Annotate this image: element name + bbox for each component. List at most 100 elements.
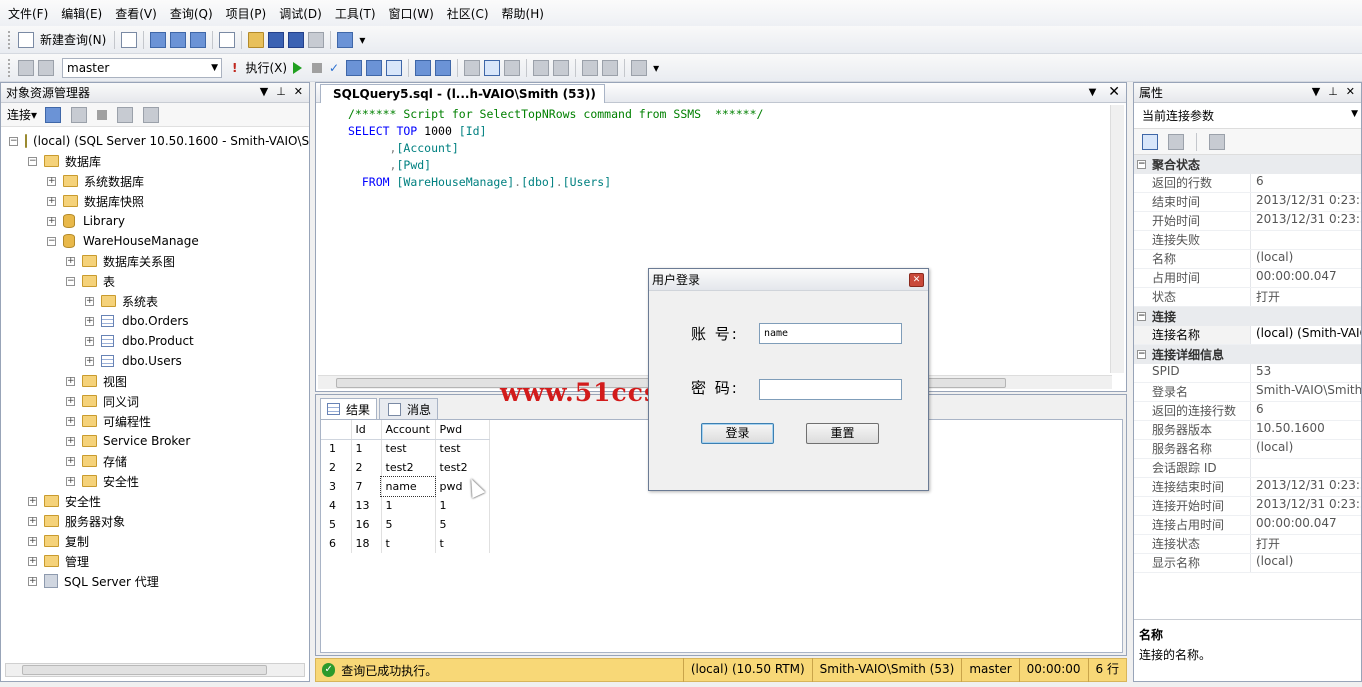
property-row[interactable]: 返回的连接行数 6 (1134, 402, 1361, 421)
table-cell[interactable]: name (380, 476, 436, 497)
row-number[interactable]: 3 (321, 477, 352, 496)
tree-node[interactable]: + dbo.Product (1, 331, 309, 351)
query-options-icon[interactable] (504, 59, 521, 76)
tree-node[interactable]: − (local) (SQL Server 10.50.1600 - Smith-… (1, 131, 309, 151)
scrollbar-thumb[interactable] (22, 665, 267, 675)
table-cell[interactable]: 5 (435, 515, 490, 534)
mdx-query-icon[interactable] (190, 31, 207, 48)
disconnect-object-icon[interactable] (71, 106, 88, 123)
table-row[interactable]: 5 16 5 5 (321, 515, 490, 534)
menu-item[interactable]: 帮助(H) (502, 5, 544, 22)
comment-icon[interactable] (533, 59, 550, 76)
table-cell[interactable]: test2 (435, 458, 490, 477)
row-header-corner[interactable] (321, 420, 352, 440)
stop-icon[interactable] (97, 109, 108, 120)
menu-item[interactable]: 社区(C) (447, 5, 489, 22)
execute-button[interactable]: 执行(X) (245, 59, 287, 76)
property-row[interactable]: 显示名称 (local) (1134, 554, 1361, 573)
pin-icon[interactable]: ⊥ (276, 85, 286, 98)
refresh-icon[interactable] (143, 106, 160, 123)
tree-node[interactable]: + 安全性 (1, 491, 309, 511)
parse-icon[interactable]: ✓ (326, 60, 342, 76)
property-row[interactable]: 连接开始时间 2013/12/31 0:23:56 (1134, 497, 1361, 516)
tree-node[interactable]: + Library (1, 211, 309, 231)
menu-item[interactable]: 项目(P) (226, 5, 267, 22)
property-row[interactable]: 名称 (local) (1134, 250, 1361, 269)
property-row[interactable]: 连接失败 (1134, 231, 1361, 250)
categorized-icon[interactable] (1142, 133, 1158, 150)
table-cell[interactable]: test2 (381, 458, 436, 477)
table-cell[interactable]: 18 (351, 534, 382, 553)
property-row[interactable]: 状态 打开 (1134, 288, 1361, 307)
collapse-icon[interactable]: − (1137, 160, 1146, 169)
row-number[interactable]: 2 (321, 458, 352, 477)
results-to-file-icon[interactable] (435, 59, 452, 76)
collapse-icon[interactable]: − (9, 136, 18, 146)
row-number[interactable]: 5 (321, 515, 352, 534)
tree-node[interactable]: + dbo.Users (1, 351, 309, 371)
activity-monitor-icon[interactable] (337, 31, 354, 48)
table-cell[interactable]: 13 (351, 496, 382, 515)
new-file-icon[interactable] (121, 31, 138, 48)
expand-icon[interactable]: + (66, 476, 75, 486)
collapse-icon[interactable]: − (28, 156, 37, 166)
tree-node[interactable]: + 存储 (1, 451, 309, 471)
query-designer-icon[interactable] (366, 59, 383, 76)
property-category[interactable]: − 聚合状态 (1134, 155, 1361, 174)
results-to-text-icon[interactable] (415, 59, 432, 76)
property-row[interactable]: SPID 53 (1134, 364, 1361, 383)
expand-icon[interactable]: + (85, 316, 94, 326)
editor-vertical-scrollbar[interactable] (1110, 105, 1124, 373)
analysis-query-icon[interactable] (170, 31, 187, 48)
sql-code-area[interactable]: /****** Script for SelectTopNRows comman… (316, 103, 1126, 191)
tree-node[interactable]: + SQL Server 代理 (1, 571, 309, 591)
debug-icon[interactable] (293, 61, 303, 74)
table-cell[interactable]: 7 (351, 477, 382, 496)
panel-menu-icon[interactable]: ▼ (260, 85, 268, 98)
results-to-grid-icon[interactable] (386, 59, 403, 76)
property-row[interactable]: 开始时间 2013/12/31 0:23:56 (1134, 212, 1361, 231)
expand-icon[interactable]: + (85, 356, 94, 366)
new-project-icon[interactable] (219, 31, 236, 48)
pin-icon[interactable]: ⊥ (1328, 85, 1338, 98)
toolbar-overflow-icon[interactable]: ▾ (359, 33, 365, 47)
table-cell[interactable]: t (435, 534, 490, 553)
close-icon[interactable]: ✕ (1346, 85, 1355, 98)
cancel-query-icon[interactable] (312, 62, 323, 73)
property-row[interactable]: 登录名 Smith-VAIO\Smith (1134, 383, 1361, 402)
menu-item[interactable]: 工具(T) (335, 5, 376, 22)
tree-node[interactable]: − 数据库 (1, 151, 309, 171)
save-all-icon[interactable] (288, 31, 305, 48)
property-row[interactable]: 服务器版本 10.50.1600 (1134, 421, 1361, 440)
table-cell[interactable]: 1 (381, 496, 436, 515)
include-plan-icon[interactable] (464, 59, 481, 76)
collapse-icon[interactable]: − (1137, 350, 1146, 359)
menu-item[interactable]: 文件(F) (8, 5, 48, 22)
column-header[interactable]: Id (351, 420, 382, 440)
uncomment-icon[interactable] (553, 59, 570, 76)
property-row[interactable]: 连接结束时间 2013/12/31 0:23:56 (1134, 478, 1361, 497)
expand-icon[interactable]: + (28, 576, 37, 586)
table-row[interactable]: 4 13 1 1 (321, 496, 490, 515)
table-row[interactable]: 3 7 name pwd (321, 476, 490, 497)
connect-object-icon[interactable] (45, 106, 62, 123)
tree-node[interactable]: + Service Broker (1, 431, 309, 451)
database-engine-query-icon[interactable] (150, 31, 167, 48)
connect-icon[interactable] (18, 59, 34, 76)
horizontal-scrollbar[interactable] (5, 663, 305, 677)
table-cell[interactable]: 5 (381, 515, 436, 534)
tab-results[interactable]: 结果 (320, 398, 378, 419)
property-category[interactable]: − 连接 (1134, 307, 1361, 326)
table-cell[interactable]: 1 (351, 439, 382, 458)
properties-object-select[interactable]: 当前连接参数 ▼ (1134, 103, 1361, 129)
tree-node[interactable]: + 复制 (1, 531, 309, 551)
database-select[interactable]: master ▼ (62, 57, 222, 78)
expand-icon[interactable]: + (66, 256, 75, 266)
tree-node[interactable]: − WareHouseManage (1, 231, 309, 251)
table-cell[interactable]: 1 (435, 496, 490, 515)
expand-icon[interactable]: + (66, 416, 75, 426)
expand-icon[interactable]: + (66, 396, 75, 406)
login-button[interactable]: 登录 (701, 423, 774, 444)
close-icon[interactable]: ✕ (294, 85, 303, 98)
tree-node[interactable]: + 安全性 (1, 471, 309, 491)
